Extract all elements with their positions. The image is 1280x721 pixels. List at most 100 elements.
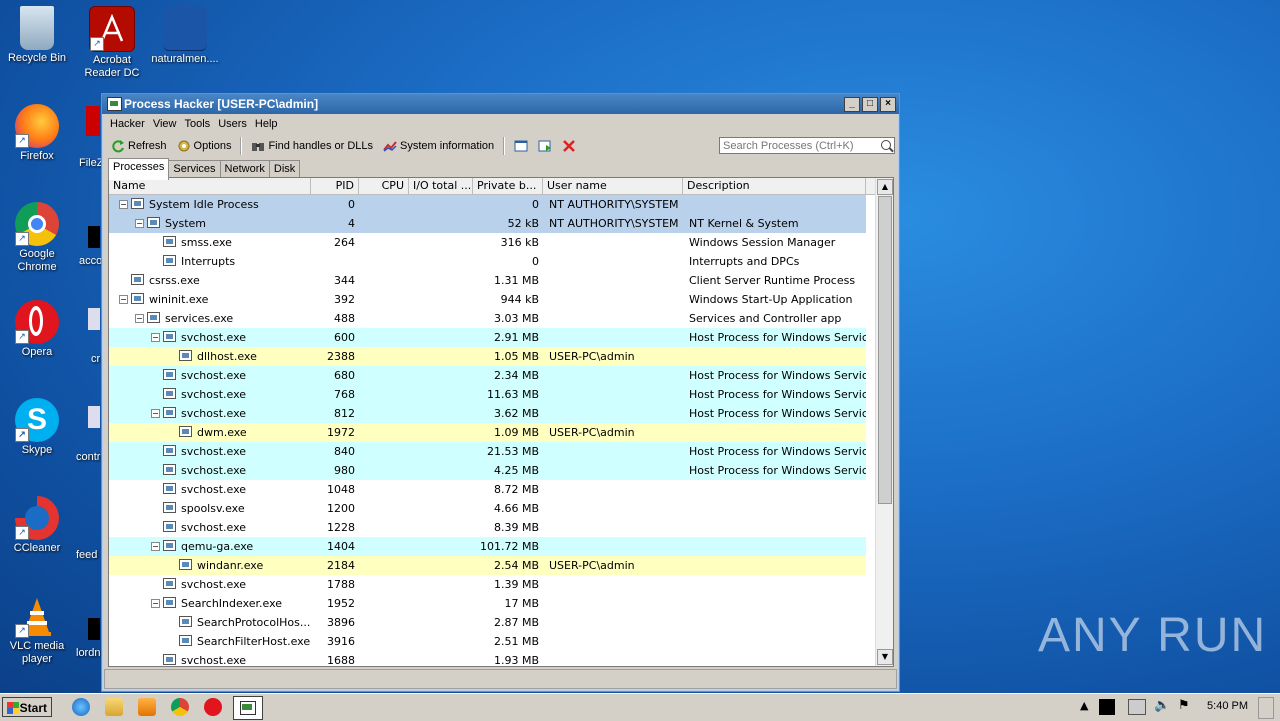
process-row[interactable]: svchost.exe 980 4.25 MB Host Process for Wi… — [109, 461, 866, 480]
process-row[interactable]: SearchFilterHost.exe 3916 2.51 MB — [109, 632, 866, 651]
find-handles-button[interactable]: Find handles or DLLs — [246, 139, 378, 153]
desktop-icon-file[interactable]: naturalmen.... — [148, 6, 222, 66]
show-desktop-button[interactable] — [1258, 697, 1274, 719]
process-row[interactable]: − System Idle Process 0 0 NT AUTHORITY\SYSTE… — [109, 195, 866, 214]
scrollbar-thumb[interactable] — [878, 196, 892, 504]
column-pid[interactable]: PID — [311, 178, 359, 194]
process-private-bytes: 1.31 MB — [493, 274, 539, 287]
process-row[interactable]: − services.exe 488 3.03 MB Services and Cont… — [109, 309, 866, 328]
tray-show-hidden-icon[interactable]: ▲ — [1080, 699, 1088, 712]
desktop-icon-opera[interactable]: ↗ Opera — [0, 300, 74, 359]
scroll-down-arrow-icon[interactable]: ▼ — [877, 649, 893, 665]
process-hacker-taskbar-icon[interactable] — [233, 696, 263, 720]
desktop-icon-vlc[interactable]: ↗ VLC media player — [0, 594, 74, 666]
desktop-icon-firefox[interactable]: ↗ Firefox — [0, 104, 74, 163]
desktop-icon-ccleaner[interactable]: ↗ CCleaner — [0, 496, 74, 555]
process-row[interactable]: Interrupts 0 Interrupts and DPCs — [109, 252, 866, 271]
process-row[interactable]: svchost.exe 1688 1.93 MB — [109, 651, 866, 667]
system-information-button[interactable]: System information — [378, 139, 499, 153]
process-name: svchost.exe — [181, 388, 247, 401]
process-name: csrss.exe — [149, 274, 200, 287]
start-button[interactable]: Start — [2, 697, 52, 717]
process-row[interactable]: svchost.exe 1048 8.72 MB — [109, 480, 866, 499]
tray-black-icon[interactable] — [1099, 699, 1115, 715]
process-row[interactable]: − wininit.exe 392 944 kB Windows Start-Up Ap… — [109, 290, 866, 309]
process-row[interactable]: windanr.exe 2184 2.54 MB USER-PC\admin — [109, 556, 866, 575]
column-cpu[interactable]: CPU — [359, 178, 409, 194]
collapse-toggle-icon[interactable]: − — [119, 200, 128, 209]
process-row[interactable]: svchost.exe 1228 8.39 MB — [109, 518, 866, 537]
partial-icon-label: feed — [76, 549, 98, 561]
process-row[interactable]: SearchProtocolHos... 3896 2.87 MB — [109, 613, 866, 632]
scroll-up-arrow-icon[interactable]: ▲ — [877, 179, 893, 195]
window-view-button[interactable] — [509, 139, 533, 153]
ie-taskbar-icon[interactable] — [72, 698, 90, 716]
go-to-button[interactable] — [533, 139, 557, 153]
menu-help[interactable]: Help — [251, 118, 282, 130]
process-user — [543, 328, 683, 347]
process-private-bytes: 17 MB — [504, 597, 539, 610]
column-name[interactable]: Name — [109, 178, 311, 194]
shortcut-arrow-icon: ↗ — [15, 428, 29, 442]
process-window-icon — [131, 293, 144, 304]
process-name-cell: svchost.exe — [109, 385, 311, 404]
desktop-icon-chrome[interactable]: ↗ Google Chrome — [0, 202, 74, 274]
process-row[interactable]: − SearchIndexer.exe 1952 17 MB — [109, 594, 866, 613]
minimize-button[interactable]: _ — [844, 97, 860, 112]
process-row[interactable]: − System 4 52 kB NT AUTHORITY\SYSTEM NT Kerne… — [109, 214, 866, 233]
process-name: svchost.exe — [181, 521, 247, 534]
process-row[interactable]: spoolsv.exe 1200 4.66 MB — [109, 499, 866, 518]
collapse-toggle-icon[interactable]: − — [151, 409, 160, 418]
process-row[interactable]: dllhost.exe 2388 1.05 MB USER-PC\admin — [109, 347, 866, 366]
vertical-scrollbar[interactable]: ▲ ▼ — [875, 178, 893, 666]
tray-volume-icon[interactable]: 🔈 — [1154, 698, 1170, 713]
process-row[interactable]: − svchost.exe 812 3.62 MB Host Process for W… — [109, 404, 866, 423]
chrome-taskbar-icon[interactable] — [171, 698, 189, 716]
refresh-button[interactable]: Refresh — [106, 139, 172, 153]
column-io-total[interactable]: I/O total ... — [409, 178, 473, 194]
explorer-taskbar-icon[interactable] — [105, 698, 123, 716]
collapse-toggle-icon[interactable]: − — [119, 295, 128, 304]
menu-hacker[interactable]: Hacker — [106, 118, 149, 130]
media-player-taskbar-icon[interactable] — [138, 698, 156, 716]
process-row[interactable]: svchost.exe 680 2.34 MB Host Process for Wi… — [109, 366, 866, 385]
menu-view[interactable]: View — [149, 118, 181, 130]
menu-tools[interactable]: Tools — [181, 118, 215, 130]
window-titlebar[interactable]: Process Hacker [USER-PC\admin] _ □ × — [102, 94, 899, 114]
column-user-name[interactable]: User name — [543, 178, 683, 194]
clock[interactable]: 5:40 PM — [1207, 700, 1248, 712]
process-window-icon — [163, 578, 176, 589]
menu-users[interactable]: Users — [214, 118, 251, 130]
desktop-icon-skype[interactable]: S ↗ Skype — [0, 398, 74, 457]
process-row[interactable]: svchost.exe 1788 1.39 MB — [109, 575, 866, 594]
tab-processes[interactable]: Processes — [108, 158, 170, 180]
close-button[interactable]: × — [880, 97, 896, 112]
maximize-button[interactable]: □ — [862, 97, 878, 112]
opera-taskbar-icon[interactable] — [204, 698, 222, 716]
process-row[interactable]: dwm.exe 1972 1.09 MB USER-PC\admin — [109, 423, 866, 442]
collapse-toggle-icon[interactable]: − — [151, 542, 160, 551]
collapse-toggle-icon[interactable]: − — [151, 333, 160, 342]
collapse-toggle-icon[interactable]: − — [151, 599, 160, 608]
collapse-toggle-icon[interactable]: − — [135, 219, 144, 228]
process-private-bytes: 1.93 MB — [493, 654, 539, 667]
terminate-button[interactable] — [557, 139, 581, 153]
column-description[interactable]: Description — [683, 178, 866, 194]
column-private-bytes[interactable]: Private b... — [473, 178, 543, 194]
options-button[interactable]: Options — [172, 139, 237, 153]
process-row[interactable]: smss.exe 264 316 kB Windows Session Manager — [109, 233, 866, 252]
process-row[interactable]: svchost.exe 768 11.63 MB Host Process for W… — [109, 385, 866, 404]
process-name: SearchIndexer.exe — [181, 597, 283, 610]
process-row[interactable]: csrss.exe 344 1.31 MB Client Server Runtime… — [109, 271, 866, 290]
process-window-icon — [163, 502, 176, 513]
process-row[interactable]: − svchost.exe 600 2.91 MB Host Process for W… — [109, 328, 866, 347]
search-input[interactable]: Search Processes (Ctrl+K) — [719, 137, 895, 154]
process-row[interactable]: svchost.exe 840 21.53 MB Host Process for W… — [109, 442, 866, 461]
process-name: svchost.exe — [181, 407, 247, 420]
collapse-toggle-icon[interactable]: − — [135, 314, 144, 323]
desktop-icon-recycle-bin[interactable]: Recycle Bin — [0, 6, 74, 65]
process-row[interactable]: − qemu-ga.exe 1404 101.72 MB — [109, 537, 866, 556]
desktop-icon-acrobat[interactable]: ↗ Acrobat Reader DC — [75, 6, 149, 80]
tray-flag-icon[interactable]: ⚑ — [1178, 698, 1190, 713]
tray-network-icon[interactable] — [1128, 699, 1146, 715]
